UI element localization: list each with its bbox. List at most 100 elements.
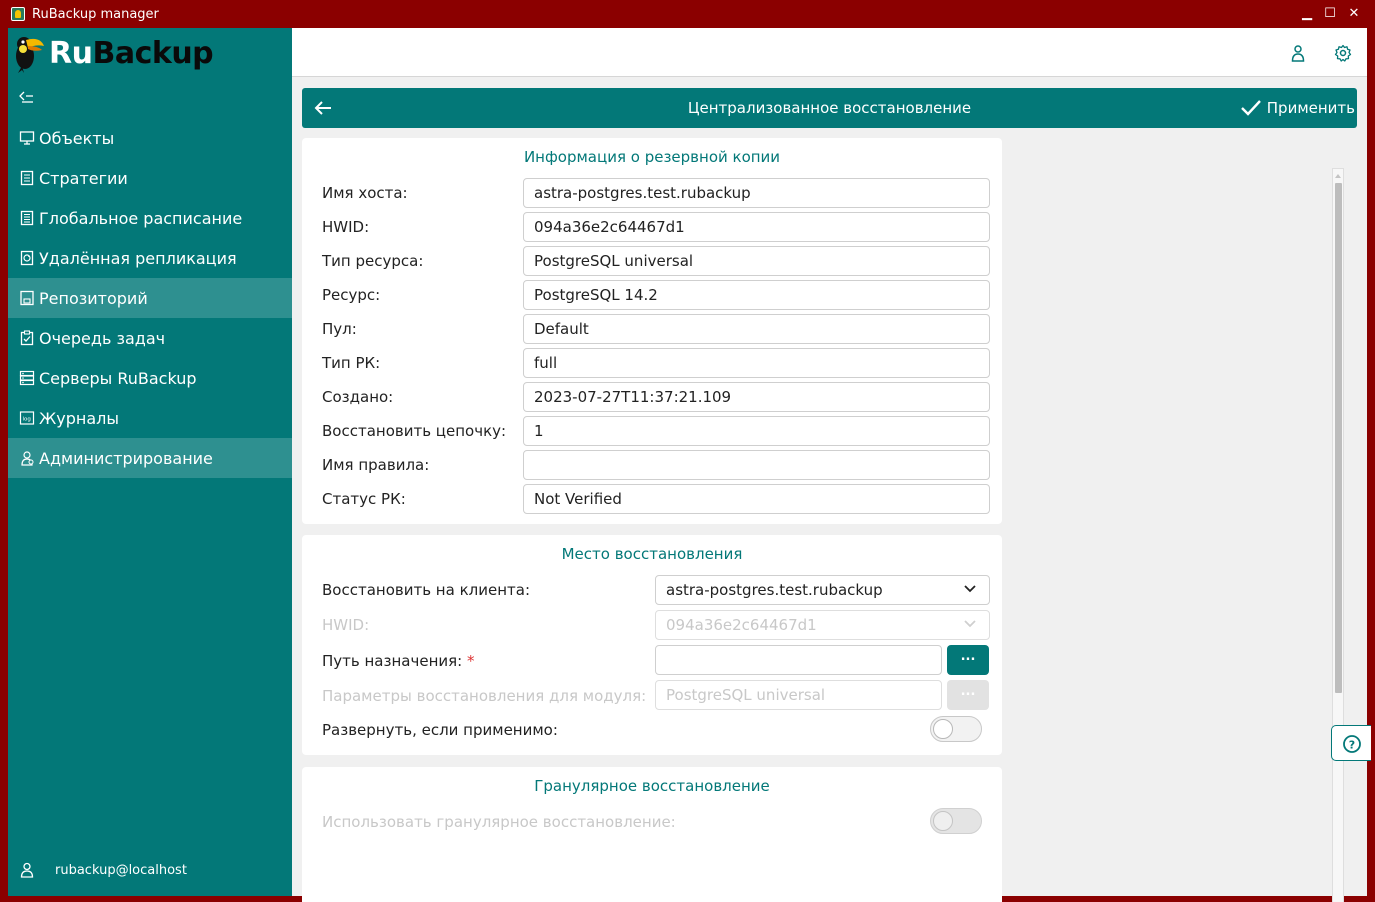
sidebar-item-remote-replication[interactable]: Удалённая репликация (8, 238, 292, 278)
server-icon (19, 370, 35, 386)
current-user[interactable]: rubackup@localhost (20, 862, 187, 878)
log-icon: log (19, 411, 35, 425)
sidebar: RuBackup Объекты Стратегии Глобальное ра… (8, 28, 292, 896)
sidebar-item-label: Глобальное расписание (39, 208, 243, 228)
module-params-label: Параметры восстановления для модуля: (322, 687, 647, 705)
window-title: RuBackup manager (32, 7, 159, 22)
granular-use-toggle (930, 808, 982, 834)
brand-name: RuBackup (49, 36, 214, 71)
chevron-down-icon (964, 585, 976, 593)
rule-name-field[interactable] (523, 450, 990, 480)
settings-gear-icon[interactable] (1334, 44, 1352, 62)
replication-icon (20, 250, 34, 266)
app-icon (11, 7, 25, 21)
field-label-backup-type: Тип РК: (322, 354, 381, 372)
sidebar-item-objects[interactable]: Объекты (8, 118, 292, 158)
admin-icon (21, 451, 34, 466)
resource-field[interactable]: PostgreSQL 14.2 (523, 280, 990, 310)
restore-hwid-value: 094a36e2c64467d1 (666, 616, 817, 634)
created-field[interactable]: 2023-07-27T11:37:21.109 (523, 382, 990, 412)
field-label-hostname: Имя хоста: (322, 184, 408, 202)
checkmark-icon (1240, 100, 1261, 116)
vertical-scrollbar[interactable] (1332, 168, 1344, 902)
module-params-field: PostgreSQL universal (655, 680, 942, 710)
sidebar-item-label: Серверы RuBackup (39, 368, 197, 388)
pool-field[interactable]: Default (523, 314, 990, 344)
destination-path-label-text: Путь назначения: (322, 652, 463, 670)
sidebar-item-label: Объекты (39, 128, 115, 148)
help-button[interactable]: ? (1331, 725, 1371, 761)
collapse-sidebar-icon[interactable] (18, 90, 34, 104)
document-list-icon (20, 210, 34, 226)
sidebar-item-label: Администрирование (39, 448, 213, 468)
field-label-resource-type: Тип ресурса: (322, 252, 424, 270)
granular-restore-panel: Гранулярное восстановление Использовать … (302, 767, 1002, 902)
toggle-knob (933, 719, 953, 739)
restore-location-panel: Место восстановления Восстановить на кли… (302, 535, 1002, 755)
backup-info-panel: Информация о резервной копии Имя хоста: … (302, 138, 1002, 524)
restore-client-value: astra-postgres.test.rubackup (666, 581, 883, 599)
backup-status-field[interactable]: Not Verified (523, 484, 990, 514)
user-icon (20, 862, 34, 878)
task-queue-icon (20, 330, 34, 346)
repository-icon (20, 290, 34, 306)
restore-location-title: Место восстановления (561, 545, 743, 563)
sidebar-item-servers[interactable]: Серверы RuBackup (8, 358, 292, 398)
brand-part-ru: Ru (49, 36, 93, 71)
sidebar-item-label: Журналы (39, 408, 119, 428)
scroll-up-arrow-icon[interactable] (1334, 172, 1342, 180)
deploy-label: Развернуть, если применимо: (322, 721, 558, 739)
restore-client-select[interactable]: astra-postgres.test.rubackup (655, 575, 990, 605)
backup-type-field[interactable]: full (523, 348, 990, 378)
sidebar-item-administration[interactable]: Администрирование (8, 438, 292, 478)
close-icon[interactable]: ✕ (1344, 4, 1364, 24)
sidebar-item-label: Удалённая репликация (39, 248, 237, 268)
window-titlebar: RuBackup manager ▁ ☐ ✕ (0, 0, 1375, 28)
field-label-created: Создано: (322, 388, 394, 406)
field-label-restore-chain: Восстановить цепочку: (322, 422, 507, 440)
user-profile-icon[interactable] (1289, 44, 1307, 62)
field-label-pool: Пул: (322, 320, 357, 338)
hostname-field[interactable]: astra-postgres.test.rubackup (523, 178, 990, 208)
sidebar-item-label: Стратегии (39, 168, 128, 188)
resource-type-field[interactable]: PostgreSQL universal (523, 246, 990, 276)
granular-restore-title: Гранулярное восстановление (534, 777, 770, 795)
main-content: Централизованное восстановление Применит… (292, 78, 1371, 902)
toggle-knob (933, 811, 953, 831)
maximize-icon[interactable]: ☐ (1320, 4, 1340, 24)
field-label-resource: Ресурс: (322, 286, 381, 304)
restore-hwid-label: HWID: (322, 616, 370, 634)
required-mark: * (466, 652, 475, 670)
svg-text:log: log (23, 417, 31, 423)
scrollbar-thumb[interactable] (1335, 183, 1342, 693)
svg-text:?: ? (1349, 739, 1355, 752)
granular-use-label: Использовать гранулярное восстановление: (322, 813, 676, 831)
sidebar-item-repository[interactable]: Репозиторий (8, 278, 292, 318)
minimize-icon[interactable]: ▁ (1297, 4, 1317, 24)
sidebar-item-strategies[interactable]: Стратегии (8, 158, 292, 198)
hwid-field[interactable]: 094a36e2c64467d1 (523, 212, 990, 242)
app-window: RuBackup Объекты Стратегии Глобальное ра… (8, 28, 1371, 902)
destination-path-input[interactable] (655, 645, 942, 675)
page-title: Централизованное восстановление (687, 99, 972, 117)
sidebar-nav: Объекты Стратегии Глобальное расписание … (8, 118, 292, 478)
sidebar-item-label: Очередь задач (39, 328, 166, 348)
deploy-toggle[interactable] (930, 716, 982, 742)
browse-path-button[interactable]: ... (947, 645, 989, 675)
sidebar-item-global-schedule[interactable]: Глобальное расписание (8, 198, 292, 238)
module-params-button: ... (947, 680, 989, 710)
sidebar-item-label: Репозиторий (39, 288, 148, 308)
destination-path-label: Путь назначения: * (322, 652, 474, 670)
sidebar-item-task-queue[interactable]: Очередь задач (8, 318, 292, 358)
sidebar-item-logs[interactable]: log Журналы (8, 398, 292, 438)
apply-button[interactable]: Применить (1236, 97, 1355, 119)
help-question-icon: ? (1343, 735, 1361, 753)
user-name: rubackup@localhost (55, 862, 187, 878)
brand-part-backup: Backup (92, 36, 214, 71)
document-icon (20, 170, 34, 186)
restore-chain-field[interactable]: 1 (523, 416, 990, 446)
toucan-logo-icon (16, 37, 44, 73)
apply-label: Применить (1266, 99, 1355, 117)
restore-client-label: Восстановить на клиента: (322, 581, 530, 599)
field-label-rule-name: Имя правила: (322, 456, 430, 474)
